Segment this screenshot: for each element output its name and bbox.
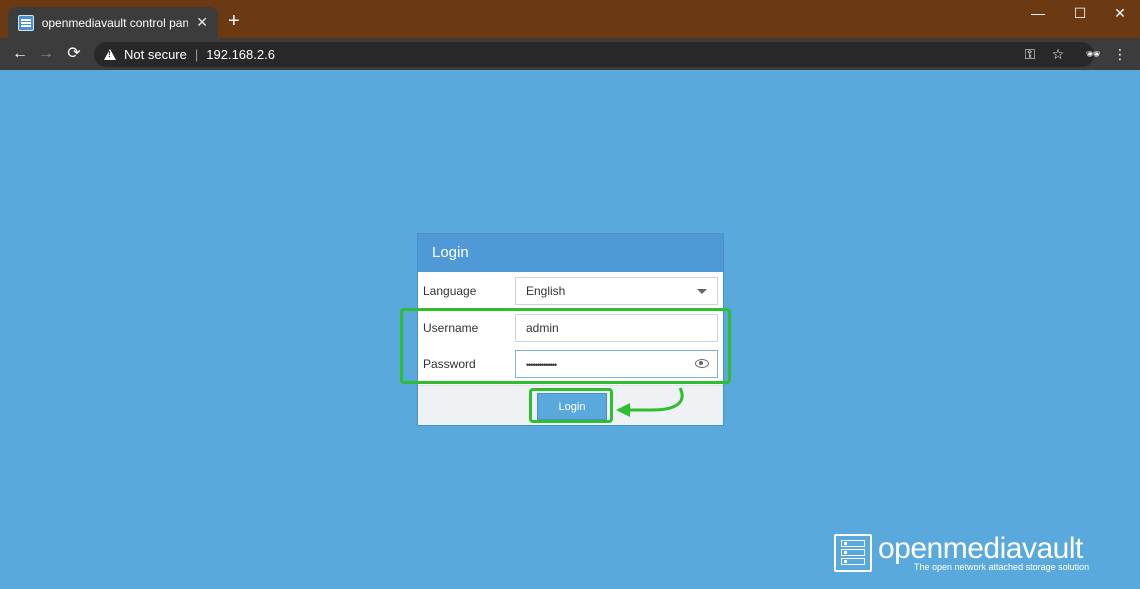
omv-favicon-icon — [18, 14, 34, 31]
server-rack-icon — [834, 534, 872, 572]
login-button-highlight-box — [529, 388, 613, 423]
address-separator: | — [194, 47, 199, 62]
credentials-highlight-box — [400, 308, 731, 384]
forward-icon[interactable]: → — [34, 42, 58, 66]
new-tab-button[interactable]: + — [228, 11, 240, 31]
tab-close-icon[interactable]: ✕ — [196, 14, 208, 31]
back-icon[interactable]: ← — [8, 42, 32, 66]
login-title: Login — [418, 234, 723, 272]
browser-toolbar: ← → ⟳ Not secure | 192.168.2.6 ⚿ ☆ 🕶 ⋮ — [0, 38, 1140, 70]
brand-tagline: The open network attached storage soluti… — [914, 562, 1090, 572]
address-bar[interactable]: Not secure | 192.168.2.6 — [94, 42, 1094, 67]
tab-title: openmediavault control panel - — [41, 15, 189, 30]
minimize-button[interactable]: — — [1018, 4, 1058, 22]
language-value: English — [526, 284, 566, 298]
browser-menu-icon[interactable]: ⋮ — [1108, 42, 1132, 66]
pointer-arrow-icon — [616, 387, 684, 417]
browser-tab[interactable]: openmediavault control panel - ✕ — [8, 7, 218, 38]
language-row: Language English — [418, 277, 723, 305]
brand-name: openmediavault — [878, 532, 1083, 565]
browser-titlebar: openmediavault control panel - ✕ + — ☐ ✕ — [0, 0, 1140, 38]
language-select[interactable]: English — [515, 277, 718, 305]
url-text[interactable]: 192.168.2.6 — [206, 47, 275, 62]
close-window-button[interactable]: ✕ — [1100, 4, 1140, 22]
language-label: Language — [423, 284, 477, 298]
warning-icon — [104, 49, 116, 60]
bookmark-star-icon[interactable]: ☆ — [1046, 42, 1070, 66]
maximize-button[interactable]: ☐ — [1060, 4, 1100, 22]
security-indicator[interactable]: Not secure — [124, 47, 187, 62]
chevron-down-icon[interactable] — [697, 289, 707, 294]
key-icon[interactable]: ⚿ — [1018, 42, 1042, 66]
reload-icon[interactable]: ⟳ — [62, 42, 86, 66]
incognito-icon[interactable]: 🕶 — [1081, 42, 1105, 66]
